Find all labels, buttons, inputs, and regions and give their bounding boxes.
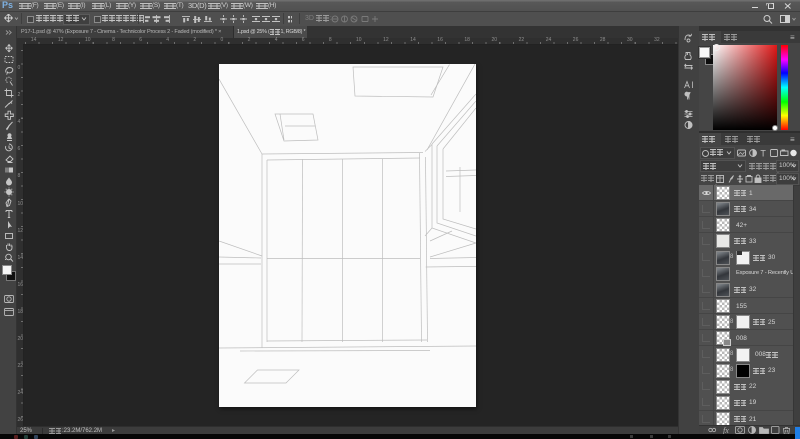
svg-text:T: T (760, 148, 766, 158)
svg-text:fx: fx (723, 426, 729, 434)
